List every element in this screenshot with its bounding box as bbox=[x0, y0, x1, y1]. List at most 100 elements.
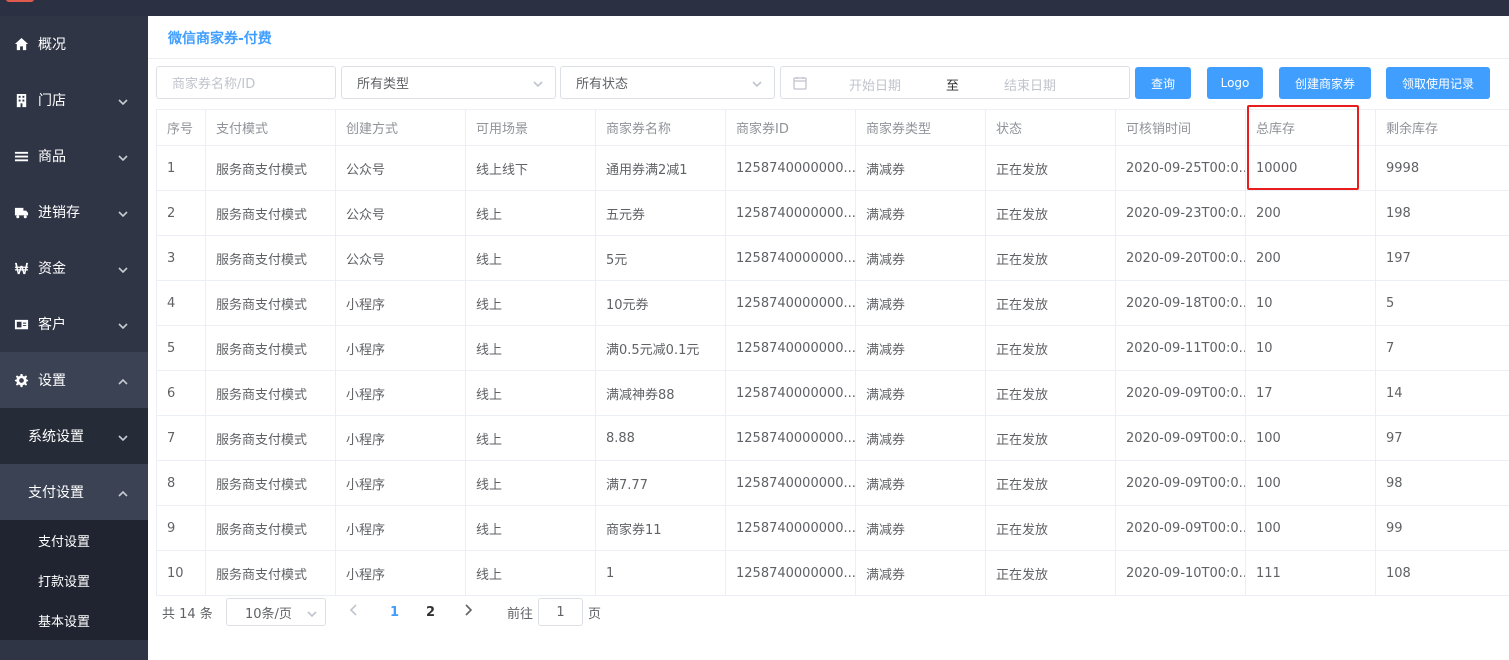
sidebar-item-customer[interactable]: 客户 bbox=[0, 296, 148, 352]
sidebar-leaf-label: 打款设置 bbox=[38, 574, 91, 590]
table-cell: 小程序 bbox=[336, 551, 466, 595]
table-cell: 线上 bbox=[466, 551, 596, 595]
sidebar-leaf-basic-settings[interactable]: 基本设置 bbox=[0, 600, 148, 640]
prev-page-button[interactable] bbox=[348, 604, 360, 616]
coupon-name-input[interactable]: 商家券名称/ID bbox=[156, 66, 336, 99]
column-header: 状态 bbox=[986, 110, 1116, 145]
table-cell: 正在发放 bbox=[986, 461, 1116, 505]
column-header: 创建方式 bbox=[336, 110, 466, 145]
page-1-button[interactable]: 1 bbox=[390, 605, 399, 620]
page-2-button[interactable]: 2 bbox=[426, 605, 435, 620]
sidebar-item-label: 商品 bbox=[38, 149, 66, 165]
table-cell: 服务商支付模式 bbox=[206, 281, 336, 325]
table-cell: 1258740000000... bbox=[726, 281, 856, 325]
table-cell: 线上 bbox=[466, 326, 596, 370]
column-header: 商家券类型 bbox=[856, 110, 986, 145]
sidebar-item-settings[interactable]: 设置 bbox=[0, 352, 148, 408]
table-cell: 5 bbox=[1386, 295, 1395, 311]
table-cell: 2020-09-09T00:0... bbox=[1116, 461, 1246, 505]
table-cell: 5元 bbox=[596, 236, 726, 280]
chevron-down-icon bbox=[118, 207, 128, 218]
page-size-select[interactable]: 10条/页 bbox=[226, 598, 326, 626]
table-row[interactable]: 6 服务商支付模式 小程序 线上 满减神券88 1258740000000... 满减券 正在… bbox=[156, 371, 1509, 416]
end-date-placeholder[interactable]: 结束日期 bbox=[1004, 75, 1056, 94]
table-row[interactable]: 7 服务商支付模式 小程序 线上 8.88 1258740000000... 满减券 正在发放… bbox=[156, 416, 1509, 461]
table-cell: 14 bbox=[1386, 385, 1403, 401]
table-cell: 111 bbox=[1246, 551, 1376, 595]
table-body: 1 服务商支付模式 公众号 线上线下 通用券满2减1 1258740000000... 满减… bbox=[156, 146, 1509, 596]
table-cell: 2020-09-25T00:0... bbox=[1116, 146, 1246, 190]
sidebar-item-funds[interactable]: 资金 bbox=[0, 240, 148, 296]
table-cell: 3 bbox=[156, 236, 206, 280]
gear-icon bbox=[12, 372, 30, 388]
start-date-placeholder[interactable]: 开始日期 bbox=[849, 75, 901, 94]
next-page-button[interactable] bbox=[462, 604, 474, 616]
table-cell: 公众号 bbox=[336, 191, 466, 235]
table-cell: 通用券满2减1 bbox=[596, 146, 726, 190]
table-row[interactable]: 1 服务商支付模式 公众号 线上线下 通用券满2减1 1258740000000... 满减… bbox=[156, 146, 1509, 191]
sidebar-item-overview[interactable]: 概况 bbox=[0, 16, 148, 72]
table-cell: 9 bbox=[156, 506, 206, 550]
table-cell: 2020-09-09T00:0... bbox=[1116, 371, 1246, 415]
column-header: 总库存 bbox=[1246, 110, 1376, 145]
table-cell: 满减券 bbox=[856, 461, 986, 505]
table-cell: 满7.77 bbox=[596, 461, 726, 505]
goto-page-input[interactable]: 1 bbox=[538, 598, 583, 626]
sidebar-item-inventory[interactable]: 进销存 bbox=[0, 184, 148, 240]
column-header: 序号 bbox=[156, 110, 206, 145]
home-icon bbox=[12, 36, 30, 52]
sidebar-leaf-payment-settings[interactable]: 支付设置 bbox=[0, 520, 148, 560]
column-header: 商家券名称 bbox=[596, 110, 726, 145]
table-cell: 6 bbox=[156, 371, 206, 415]
table-row[interactable]: 4 服务商支付模式 小程序 线上 10元券 1258740000000... 满减券 正在发放… bbox=[156, 281, 1509, 326]
table-cell: 2020-09-23T00:0... bbox=[1116, 191, 1246, 235]
table-cell: 198 bbox=[1386, 205, 1411, 221]
table-cell: 8.88 bbox=[596, 416, 726, 460]
store-icon bbox=[12, 92, 30, 108]
sidebar-sub-payment-settings[interactable]: 支付设置 bbox=[0, 464, 148, 520]
status-select[interactable]: 所有状态 bbox=[560, 66, 775, 99]
table-cell: 98 bbox=[1386, 475, 1403, 491]
table-row[interactable]: 8 服务商支付模式 小程序 线上 满7.77 1258740000000... 满减券 正在发… bbox=[156, 461, 1509, 506]
pagination: 共 14 条 10条/页 1 2 前往 1 页 bbox=[148, 596, 1509, 628]
calendar-icon bbox=[793, 76, 807, 90]
list-icon bbox=[12, 148, 30, 164]
status-select-value: 所有状态 bbox=[576, 77, 629, 92]
date-range-picker[interactable]: 开始日期 至 结束日期 bbox=[780, 66, 1130, 99]
table-row[interactable]: 9 服务商支付模式 小程序 线上 商家券11 1258740000000... 满减券 正在发… bbox=[156, 506, 1509, 551]
logo-button[interactable]: Logo bbox=[1207, 67, 1263, 99]
sidebar-leaf-transfer-settings[interactable]: 打款设置 bbox=[0, 560, 148, 600]
table-cell: 正在发放 bbox=[986, 281, 1116, 325]
sidebar-item-goods[interactable]: 商品 bbox=[0, 128, 148, 184]
coupon-name-placeholder: 商家券名称/ID bbox=[172, 77, 256, 92]
sidebar-item-label: 设置 bbox=[38, 373, 66, 389]
table-cell: 满减券 bbox=[856, 326, 986, 370]
table-cell: 2020-09-18T00:0... bbox=[1116, 281, 1246, 325]
query-button[interactable]: 查询 bbox=[1135, 67, 1191, 99]
table-cell: 线上 bbox=[466, 281, 596, 325]
sidebar-item-store[interactable]: 门店 bbox=[0, 72, 148, 128]
table-row[interactable]: 10 服务商支付模式 小程序 线上 1 1258740000000... 满减券 正在发放 20… bbox=[156, 551, 1509, 596]
create-coupon-button[interactable]: 创建商家券 bbox=[1279, 67, 1371, 99]
type-select[interactable]: 所有类型 bbox=[341, 66, 556, 99]
sidebar-sub-system-settings[interactable]: 系统设置 bbox=[0, 408, 148, 464]
table-cell: 10 bbox=[156, 551, 206, 595]
table-row[interactable]: 2 服务商支付模式 公众号 线上 五元券 1258740000000... 满减券 正在发放 2… bbox=[156, 191, 1509, 236]
table-row[interactable]: 5 服务商支付模式 小程序 线上 满0.5元减0.1元 1258740000000... 满… bbox=[156, 326, 1509, 371]
table-cell: 10元券 bbox=[596, 281, 726, 325]
table-row[interactable]: 3 服务商支付模式 公众号 线上 5元 1258740000000... 满减券 正在发放 20… bbox=[156, 236, 1509, 281]
table-cell: 服务商支付模式 bbox=[206, 236, 336, 280]
column-header: 可用场景 bbox=[466, 110, 596, 145]
table-header-row: 序号 支付模式 创建方式 可用场景 商家券名称 商家券ID 商家券类型 状态 可核销时间 总库存剩… bbox=[156, 110, 1509, 146]
table-cell: 服务商支付模式 bbox=[206, 506, 336, 550]
table-cell: 满减券 bbox=[856, 236, 986, 280]
chevron-down-icon bbox=[118, 263, 128, 274]
chevron-down-icon bbox=[118, 319, 128, 330]
table-cell: 108 bbox=[1386, 565, 1411, 581]
table-cell: 小程序 bbox=[336, 461, 466, 505]
page-title: 微信商家券-付费 bbox=[168, 31, 272, 47]
claim-records-button[interactable]: 领取使用记录 bbox=[1386, 67, 1490, 99]
table-cell: 100 bbox=[1246, 416, 1376, 460]
table-cell: 服务商支付模式 bbox=[206, 416, 336, 460]
table-cell: 满减券 bbox=[856, 551, 986, 595]
